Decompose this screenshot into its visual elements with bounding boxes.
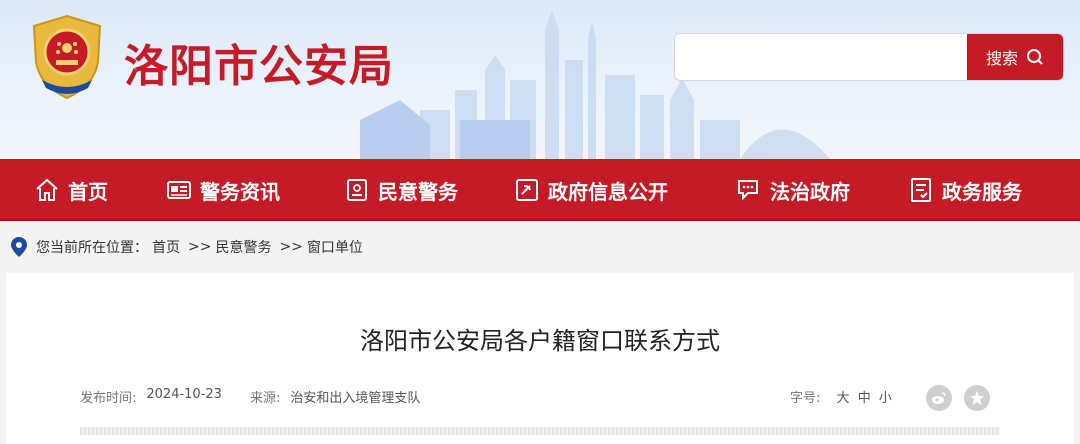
breadcrumb-separator: >> xyxy=(279,239,303,255)
publish-date: 2024-10-23 xyxy=(146,387,222,402)
search-button-label: 搜索 xyxy=(985,49,1018,68)
nav-item-police-news[interactable]: 警务资讯 xyxy=(166,159,280,221)
site-title: 洛阳市公安局 xyxy=(124,41,394,92)
breadcrumb-link-window-units[interactable]: 窗口单位 xyxy=(307,237,363,257)
source-value: 治安和出入境管理支队 xyxy=(290,391,421,406)
favorite-button[interactable] xyxy=(964,385,990,411)
mailbox-icon xyxy=(347,179,367,201)
home-icon xyxy=(36,178,58,201)
font-size-label: 字号: xyxy=(790,391,821,406)
search-input[interactable] xyxy=(675,34,967,80)
breadcrumb: 您当前所在位置： 首页 >> 民意警务 >> 窗口单位 xyxy=(0,221,1080,273)
favorite-star-icon xyxy=(970,391,984,405)
article-meta: 发布时间: 2024-10-23 来源: 治安和出入境管理支队 xyxy=(80,387,420,406)
breadcrumb-separator: >> xyxy=(188,239,212,255)
font-size-small[interactable]: 小 xyxy=(879,391,892,406)
breadcrumb-link-public-opinion[interactable]: 民意警务 xyxy=(215,237,271,257)
nav-item-public-opinion[interactable]: 民意警务 xyxy=(344,159,458,221)
news-icon xyxy=(167,181,191,199)
nav-item-home[interactable]: 首页 xyxy=(34,159,108,221)
article-panel: 洛阳市公安局各户籍窗口联系方式 发布时间: 2024-10-23 来源: 治安和… xyxy=(6,273,1074,444)
nav-label: 民意警务 xyxy=(378,179,458,204)
document-icon xyxy=(911,178,931,202)
chat-icon xyxy=(738,180,758,201)
search-box: 搜索 xyxy=(674,33,1064,81)
font-size-control: 字号: 大 中 小 xyxy=(790,387,892,406)
police-emblem-logo xyxy=(32,14,102,100)
nav-label: 警务资讯 xyxy=(200,179,280,204)
main-nav: 首页 警务资讯 民意警务 政府信息公开 法治政府 政务服务 xyxy=(0,159,1080,221)
nav-item-gov-services[interactable]: 政务服务 xyxy=(908,159,1022,221)
search-icon xyxy=(1027,49,1043,65)
site-header: 洛阳市公安局 搜索 xyxy=(0,0,1080,159)
font-size-large[interactable]: 大 xyxy=(837,391,850,406)
weibo-icon xyxy=(932,392,946,404)
party-flag-icon xyxy=(516,179,538,201)
nav-item-gov-info-disclosure[interactable]: 政府信息公开 xyxy=(514,159,668,221)
font-size-medium[interactable]: 中 xyxy=(858,391,871,406)
source-label: 来源: xyxy=(249,391,281,406)
nav-label: 政务服务 xyxy=(942,179,1022,204)
nav-item-rule-of-law[interactable]: 法治政府 xyxy=(736,159,850,221)
breadcrumb-link-home[interactable]: 首页 xyxy=(152,237,180,257)
share-weibo-button[interactable] xyxy=(926,385,952,411)
meta-divider xyxy=(80,427,1000,435)
nav-label: 法治政府 xyxy=(770,179,850,204)
publish-label: 发布时间: xyxy=(80,391,137,406)
nav-label: 政府信息公开 xyxy=(548,179,668,204)
location-pin-icon xyxy=(11,237,27,257)
breadcrumb-prefix: 您当前所在位置： xyxy=(36,240,148,256)
search-button[interactable]: 搜索 xyxy=(967,34,1063,80)
nav-label: 首页 xyxy=(68,179,108,204)
article-title: 洛阳市公安局各户籍窗口联系方式 xyxy=(360,327,720,355)
